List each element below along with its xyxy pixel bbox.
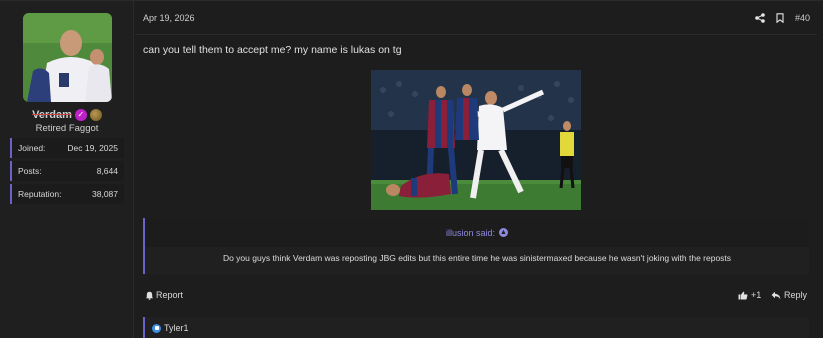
user-stats: Joined: Dec 19, 2025 Posts: 8,644 Reputa… xyxy=(10,138,124,207)
report-button[interactable]: Report xyxy=(145,290,183,300)
post: Verdam ✓ Retired Faggot Joined: Dec 19, … xyxy=(0,0,823,338)
reaction-users[interactable]: Tyler1 xyxy=(164,323,189,333)
like-button[interactable]: +1 xyxy=(738,290,761,300)
post-image-photo xyxy=(371,70,581,210)
stat-joined: Joined: Dec 19, 2025 xyxy=(10,138,124,158)
stat-label: Reputation: xyxy=(18,189,62,199)
thumbs-up-icon xyxy=(738,291,748,299)
reply-icon xyxy=(771,291,781,299)
user-title: Retired Faggot xyxy=(35,123,99,134)
post-number[interactable]: #40 xyxy=(795,13,810,23)
like-reaction-icon xyxy=(152,323,161,333)
post-actions: Report +1 Reply xyxy=(143,290,809,304)
report-label: Report xyxy=(156,290,184,300)
user-sidebar: Verdam ✓ Retired Faggot Joined: Dec 19, … xyxy=(0,1,134,338)
post-header: Apr 19, 2026 #40 xyxy=(135,1,817,35)
stat-label: Joined: xyxy=(18,143,46,153)
stat-value: 8,644 xyxy=(96,166,118,176)
coin-badge-icon xyxy=(89,109,102,121)
quote-author[interactable]: illusion said: xyxy=(446,228,495,238)
stat-value: Dec 19, 2025 xyxy=(67,143,118,153)
stat-reputation: Reputation: 38,087 xyxy=(10,184,124,204)
avatar-image xyxy=(23,13,112,102)
post-text: can you tell them to accept me? my name … xyxy=(143,44,402,56)
stat-value: 38,087 xyxy=(92,189,118,199)
like-count: +1 xyxy=(751,290,762,300)
quote-header[interactable]: illusion said: ▲ xyxy=(145,218,809,247)
username-row: Verdam ✓ xyxy=(0,107,134,123)
quote-text: Do you guys think Verdam was reposting J… xyxy=(222,253,732,263)
share-icon[interactable] xyxy=(755,13,765,23)
verified-badge-icon: ✓ xyxy=(74,109,87,121)
reply-button[interactable]: Reply xyxy=(771,290,807,300)
arrow-up-icon[interactable]: ▲ xyxy=(499,228,509,237)
post-date[interactable]: Apr 19, 2026 xyxy=(143,13,195,23)
avatar[interactable] xyxy=(23,13,112,102)
bookmark-icon[interactable] xyxy=(776,13,784,23)
post-main: Apr 19, 2026 #40 can you tell them to ac… xyxy=(135,1,823,338)
stat-label: Posts: xyxy=(18,166,42,176)
quote-block: illusion said: ▲ Do you guys think Verda… xyxy=(143,218,809,274)
stat-posts: Posts: 8,644 xyxy=(10,161,124,181)
post-image[interactable] xyxy=(371,70,581,210)
reply-label: Reply xyxy=(784,290,808,300)
bell-icon xyxy=(145,291,154,300)
reactions-bar: Tyler1 xyxy=(143,317,809,338)
username[interactable]: Verdam xyxy=(32,109,72,121)
